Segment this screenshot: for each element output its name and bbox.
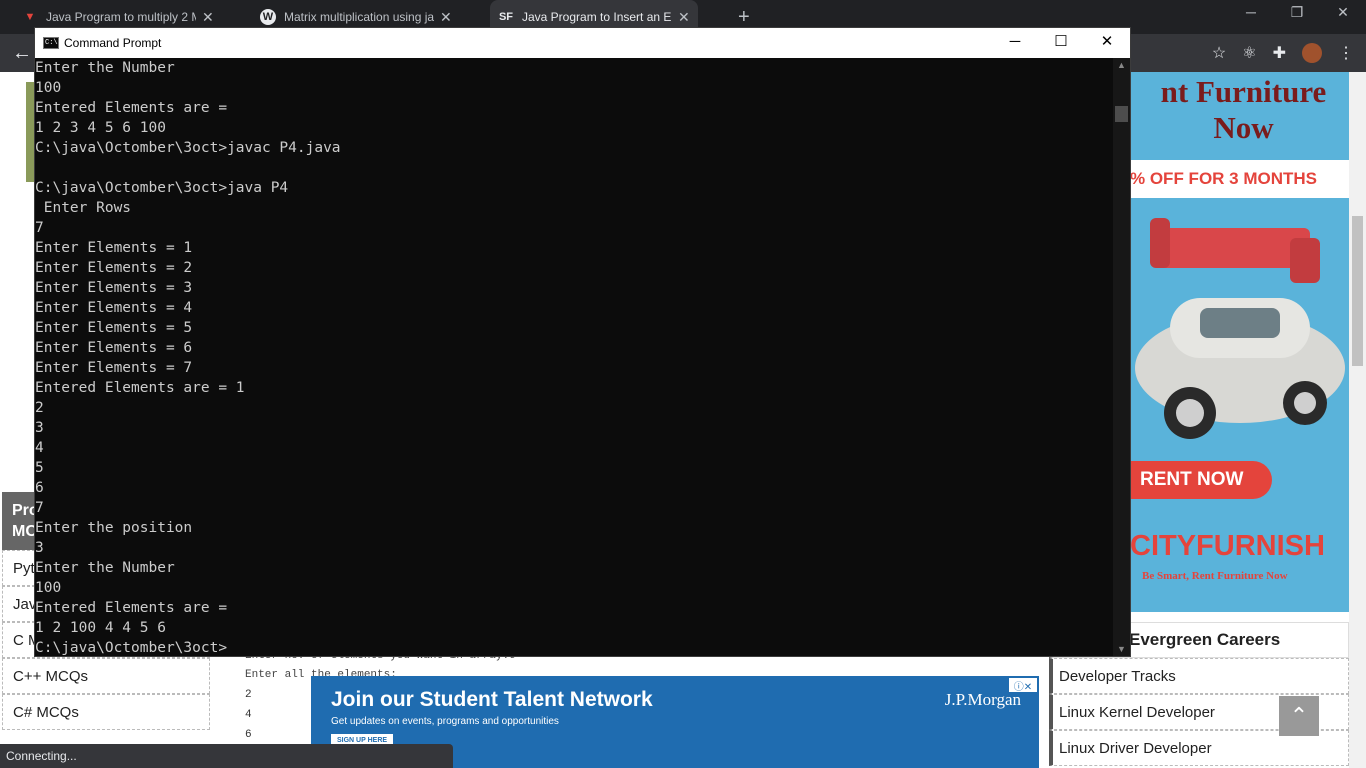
console-line: 100 xyxy=(35,580,62,596)
page-scrollbar[interactable] xyxy=(1349,72,1366,768)
console-line: 1 2 100 4 4 5 6 xyxy=(35,620,166,636)
cmd-console-output[interactable]: Enter the Number 100 Entered Elements are … xyxy=(35,58,1115,656)
ad-headline: Join our Student Talent Network xyxy=(331,688,653,711)
extensions-puzzle-icon[interactable]: ✚ xyxy=(1273,43,1286,63)
wordpress-favicon-icon: W xyxy=(260,9,276,25)
scroll-down-arrow-icon[interactable]: ▼ xyxy=(1117,644,1126,654)
ad-tagline: Be Smart, Rent Furniture Now xyxy=(1142,570,1288,582)
browser-window-controls: ─ ❐ ✕ xyxy=(1228,4,1366,21)
page-scrollbar-thumb[interactable] xyxy=(1352,216,1363,366)
scroll-up-arrow-icon[interactable]: ▲ xyxy=(1117,60,1126,70)
console-line: Enter Elements = 3 xyxy=(35,280,193,296)
rent-now-button[interactable]: RENT NOW xyxy=(1130,461,1272,499)
sidebar-item-cpp-mcqs[interactable]: C++ MCQs xyxy=(2,658,210,694)
menu-kebab-icon[interactable]: ⋮ xyxy=(1338,43,1354,63)
console-line: Entered Elements are = 1 xyxy=(35,380,245,396)
console-line: Enter the Number xyxy=(35,560,175,576)
sf-favicon-icon: SF xyxy=(498,11,514,23)
console-line: 100 xyxy=(35,80,62,96)
cmd-title: Command Prompt xyxy=(64,36,162,50)
close-tab-icon[interactable]: ✕ xyxy=(678,9,690,26)
ad-subtext: Get updates on events, programs and oppo… xyxy=(331,716,559,727)
console-line: C:\java\Octomber\3oct>java P4 xyxy=(35,180,289,196)
cityfurnish-logo: CITYFURNISH xyxy=(1130,530,1325,562)
console-line: Enter the Number xyxy=(35,60,175,76)
cityfurnish-ad[interactable]: nt Furniture Now % OFF FOR 3 MONTHS RENT… xyxy=(1130,72,1349,612)
restore-icon[interactable]: ❐ xyxy=(1274,4,1320,21)
close-icon[interactable]: ✕ xyxy=(1320,4,1366,21)
new-tab-plus-icon[interactable]: + xyxy=(738,6,750,29)
command-prompt-window[interactable]: C:\ Command Prompt ─ ☐ ✕ Enter the Numbe… xyxy=(34,27,1131,657)
console-line: Entered Elements are = xyxy=(35,100,228,116)
console-line: Enter Elements = 6 xyxy=(35,340,193,356)
scroll-to-top-button[interactable]: ⌃ xyxy=(1279,696,1319,736)
console-line: C:\java\Octomber\3oct>javac P4.java xyxy=(35,140,341,156)
left-image-fragment xyxy=(26,82,34,182)
vivaldi-favicon-icon: ▼ xyxy=(24,11,36,23)
close-tab-icon[interactable]: ✕ xyxy=(440,9,452,26)
console-line: Enter the position xyxy=(35,520,193,536)
console-line: 6 xyxy=(35,480,44,496)
console-line: Enter Rows xyxy=(35,200,132,216)
close-tab-icon[interactable]: ✕ xyxy=(202,9,214,26)
tab-title: Java Program to multiply 2 Matri xyxy=(46,10,196,24)
ad-headline: nt Furniture Now xyxy=(1130,72,1349,160)
ad-choices-close-icon[interactable]: ⓘ✕ xyxy=(1009,678,1037,693)
ad-offer: % OFF FOR 3 MONTHS xyxy=(1130,160,1349,198)
console-line: Enter Elements = 1 xyxy=(35,240,193,256)
sidebar-item-csharp-mcqs[interactable]: C# MCQs xyxy=(2,694,210,730)
react-extension-icon[interactable]: ⚛ xyxy=(1242,43,1256,63)
career-link[interactable]: Developer Tracks xyxy=(1049,658,1349,694)
tab-title: Matrix multiplication using java | xyxy=(284,10,434,24)
back-arrow-icon[interactable]: ← xyxy=(12,42,32,65)
console-line: 7 xyxy=(35,500,44,516)
cmd-scrollbar[interactable]: ▲ ▼ xyxy=(1113,58,1130,656)
console-line: 3 xyxy=(35,540,44,556)
cmd-app-icon: C:\ xyxy=(43,37,59,49)
console-line: Enter Elements = 7 xyxy=(35,360,193,376)
cmd-scrollbar-thumb[interactable] xyxy=(1115,106,1128,122)
console-line: 2 xyxy=(35,400,44,416)
tab-title: Java Program to Insert an Elemen xyxy=(522,10,672,24)
console-line: Enter Elements = 2 xyxy=(35,260,193,276)
jpmorgan-logo: J.P.Morgan xyxy=(944,690,1021,709)
maximize-icon[interactable]: ☐ xyxy=(1038,28,1084,58)
browser-status-bar: Connecting... xyxy=(0,744,453,768)
console-line: 7 xyxy=(35,220,44,236)
console-line: Enter Elements = 5 xyxy=(35,320,193,336)
close-icon[interactable]: ✕ xyxy=(1084,28,1130,58)
minimize-icon[interactable]: ─ xyxy=(992,28,1038,58)
console-line: Entered Elements are = xyxy=(35,600,228,616)
cmd-window-controls: ─ ☐ ✕ xyxy=(992,28,1130,58)
cmd-titlebar[interactable]: C:\ Command Prompt ─ ☐ ✕ xyxy=(35,28,1130,58)
console-line: 3 xyxy=(35,420,44,436)
console-line: C:\java\Octomber\3oct> xyxy=(35,640,228,656)
console-line: 4 xyxy=(35,440,44,456)
toolbar-icons: ☆ ⚛ ✚ ⋮ xyxy=(1212,43,1354,63)
profile-avatar[interactable] xyxy=(1302,43,1322,63)
bookmark-star-icon[interactable]: ☆ xyxy=(1212,43,1226,63)
console-line: 1 2 3 4 5 6 100 xyxy=(35,120,166,136)
minimize-icon[interactable]: ─ xyxy=(1228,4,1274,21)
screen: ▼ Java Program to multiply 2 Matri ✕ W M… xyxy=(0,0,1366,768)
console-line: Enter Elements = 4 xyxy=(35,300,193,316)
console-line: 5 xyxy=(35,460,44,476)
car-with-sofa-illustration xyxy=(1135,218,1345,439)
